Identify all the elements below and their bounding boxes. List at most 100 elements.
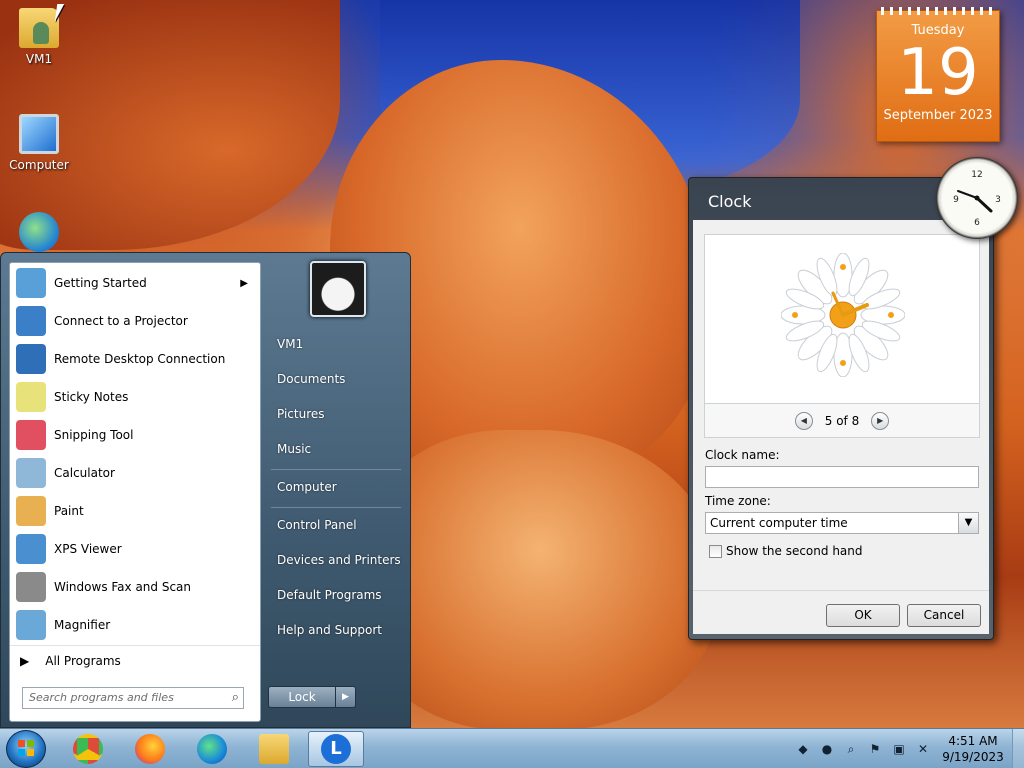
tray-network-icon[interactable]: ▣ [891,741,907,757]
dialog-body: ◀ 5 of 8 ▶ Clock name: Time zone: Curren… [693,220,989,634]
daisy-clock-face-icon [781,253,905,377]
taskbar-clock[interactable]: 4:51 AM 9/19/2023 [940,733,1006,765]
computer-icon [19,114,59,154]
program-label: XPS Viewer [54,542,122,556]
edge-icon [197,734,227,764]
chrome-icon [73,734,103,764]
program-paint[interactable]: Paint [12,493,258,529]
calendar-month-year: September 2023 [883,108,993,123]
second-hand-label: Show the second hand [726,544,863,558]
program-connect-projector[interactable]: Connect to a Projector [12,303,258,339]
taskbar-file-explorer[interactable] [246,731,302,767]
xps-viewer-icon [16,534,46,564]
desktop-icon-label: VM1 [25,52,53,66]
desktop-icon-vm1[interactable]: VM1 [4,8,74,66]
submenu-arrow-icon: ▶ [240,277,248,289]
calendar-gadget[interactable]: Tuesday 19 September 2023 [876,7,1000,142]
clock-name-input[interactable] [705,466,979,488]
network-icon [19,212,59,252]
tray-magnifier-icon[interactable]: ⌕ [843,741,859,757]
start-menu-separator [271,469,401,470]
fax-scan-icon [16,572,46,602]
cancel-button[interactable]: Cancel [907,604,981,627]
lock-button[interactable]: Lock [268,686,336,708]
taskbar-edge[interactable] [184,731,240,767]
desktop-icon-label: Computer [9,158,69,172]
next-clock-button[interactable]: ▶ [871,411,890,430]
taskbar-firefox[interactable] [122,731,178,767]
start-link-help-support[interactable]: Help and Support [269,615,405,645]
power-options-arrow-icon[interactable]: ▶ [336,686,356,708]
time-zone-label: Time zone: [705,494,771,508]
analog-clock-gadget[interactable]: 12 3 6 9 [936,157,1018,239]
start-link-control-panel[interactable]: Control Panel [269,510,405,540]
calendar-rings [881,7,995,15]
program-getting-started[interactable]: Getting Started ▶ [12,265,258,301]
ok-button[interactable]: OK [826,604,900,627]
second-hand-option[interactable]: Show the second hand [709,544,863,558]
all-programs-button[interactable]: ▶ All Programs [10,645,260,675]
program-sticky-notes[interactable]: Sticky Notes [12,379,258,415]
folder-icon [259,734,289,764]
taskbar: L ◆ ● ⌕ ⚑ ▣ ✕ 4:51 AM 9/19/2023 [0,728,1024,768]
windows-logo-icon [18,740,34,756]
dialog-divider [693,590,989,591]
all-programs-label: All Programs [45,653,121,668]
program-label: Windows Fax and Scan [54,580,192,594]
program-remote-desktop[interactable]: Remote Desktop Connection [12,341,258,377]
program-label: Remote Desktop Connection [54,352,226,366]
program-label: Snipping Tool [54,428,134,442]
chevron-down-icon[interactable]: ▼ [958,513,978,533]
show-desktop-button[interactable] [1012,729,1024,768]
taskbar-active-app[interactable]: L [308,731,364,767]
start-link-documents[interactable]: Documents [269,364,405,394]
getting-started-icon [16,268,46,298]
time-zone-selected-value: Current computer time [710,516,848,530]
start-link-computer[interactable]: Computer [269,472,405,502]
calculator-icon [16,458,46,488]
user-avatar[interactable] [310,261,366,317]
start-button[interactable] [6,730,46,768]
previous-clock-button[interactable]: ◀ [794,411,813,430]
clock-settings-dialog: Clock ◀ 5 of 8 ▶ Clock name: Time zone: … [688,177,994,640]
program-label: Calculator [54,466,115,480]
tray-volume-muted-icon[interactable]: ✕ [915,741,931,757]
desktop-icon-network[interactable] [4,212,74,256]
clock-name-label: Clock name: [705,448,780,462]
clock-style-pager: ◀ 5 of 8 ▶ [704,404,980,438]
program-xps-viewer[interactable]: XPS Viewer [12,531,258,567]
clock-preview [704,234,980,404]
projector-icon [16,306,46,336]
program-label: Connect to a Projector [54,314,188,328]
wallpaper-rock-reflection [360,430,720,730]
magnifier-icon [16,610,46,640]
clock-face-icon: 12 3 6 9 [953,170,1001,228]
start-link-default-programs[interactable]: Default Programs [269,580,405,610]
program-snipping-tool[interactable]: Snipping Tool [12,417,258,453]
pager-text: 5 of 8 [824,413,860,428]
user-folder-icon [19,8,59,48]
taskbar-chrome[interactable] [60,731,116,767]
paint-icon [16,496,46,526]
time-zone-select[interactable]: Current computer time ▼ [705,512,979,534]
svg-text:6: 6 [974,218,980,228]
sticky-notes-icon [16,382,46,412]
tray-flag-icon[interactable]: ⚑ [867,741,883,757]
desktop-icon-computer[interactable]: Computer [4,114,74,172]
start-link-vm1[interactable]: VM1 [269,329,405,359]
search-placeholder: Search programs and files [29,691,174,704]
start-link-devices-printers[interactable]: Devices and Printers [269,545,405,575]
second-hand-checkbox[interactable] [709,544,722,558]
start-link-music[interactable]: Music [269,434,405,464]
program-magnifier[interactable]: Magnifier [12,607,258,643]
tray-app-icon[interactable]: ● [819,741,835,757]
start-menu-programs-pane: Getting Started ▶ Connect to a Projector… [9,262,261,722]
program-label: Getting Started [54,276,147,290]
program-label: Magnifier [54,618,111,632]
tray-shield-icon[interactable]: ◆ [795,741,811,757]
program-fax-scan[interactable]: Windows Fax and Scan [12,569,258,605]
program-calculator[interactable]: Calculator [12,455,258,491]
start-link-pictures[interactable]: Pictures [269,399,405,429]
search-icon[interactable]: ⌕ [232,688,239,708]
start-search-input[interactable]: Search programs and files ⌕ [22,687,244,709]
